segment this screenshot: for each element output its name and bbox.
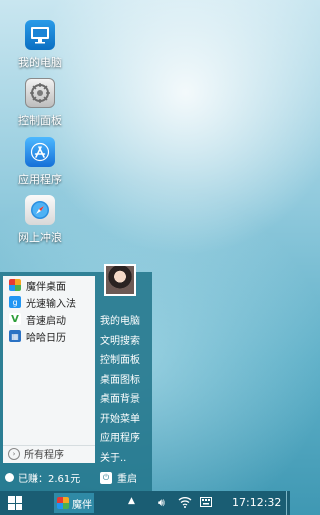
program-item-mobanzhuomian[interactable]: 魔伴桌面 [3, 277, 95, 293]
volume-icon[interactable]: 🔊︎ [158, 496, 165, 510]
restart-button[interactable]: ⏻ 重启 [100, 470, 137, 485]
calendar-icon: ▦ [9, 330, 21, 342]
desktop-icon-label: 应用程序 [18, 173, 62, 186]
clock: 17:12:32 [232, 496, 282, 509]
menu-item-control-panel[interactable]: 控制面板 [100, 351, 140, 371]
v-launcher-icon: V [9, 313, 21, 325]
earnings-display: 已赚：2.61元 [5, 470, 80, 485]
menu-item-search[interactable]: 文明搜索 [100, 332, 140, 352]
desktop-icon-browser[interactable]: 网上冲浪 [6, 195, 74, 245]
mobanzhuomian-icon [9, 279, 21, 291]
coin-icon [5, 473, 14, 482]
program-item-v-launcher[interactable]: V 音速启动 [3, 311, 95, 327]
earnings-text: 已赚：2.61元 [18, 474, 81, 485]
keyboard-icon[interactable] [200, 497, 212, 510]
desktop-icon-my-computer[interactable]: 我的电脑 [6, 20, 74, 70]
program-item-calendar[interactable]: ▦ 哈哈日历 [3, 328, 95, 344]
user-avatar[interactable] [104, 264, 136, 296]
control-panel-icon [25, 78, 55, 108]
mobanzhuomian-icon [57, 497, 69, 509]
tray-expand-icon[interactable]: ▲ [128, 496, 135, 506]
desktop-icon-label: 网上冲浪 [18, 231, 62, 244]
start-menu-right-list: 我的电脑 文明搜索 控制面板 桌面图标 桌面背景 开始菜单 应用程序 关于.. [100, 312, 140, 468]
taskbar: 魔伴 ▲ 🔊︎ 17:12:32 [0, 491, 290, 515]
desktop-icon-control-panel[interactable]: 控制面板 [6, 78, 74, 128]
all-programs-button[interactable]: › 所有程序 [3, 445, 95, 461]
computer-icon [25, 20, 55, 50]
desktop-icon-applications[interactable]: 应用程序 [6, 137, 74, 187]
desktop-icon-label: 我的电脑 [18, 56, 62, 69]
browser-compass-icon [25, 195, 55, 225]
wifi-icon[interactable] [178, 496, 192, 511]
taskbar-app-label: 魔伴 [72, 499, 92, 511]
program-label: 音速启动 [26, 315, 66, 327]
show-desktop-button[interactable] [286, 491, 290, 515]
app-store-icon [25, 137, 55, 167]
program-label: 魔伴桌面 [26, 281, 66, 293]
program-list: 魔伴桌面 g 光速输入法 V 音速启动 ▦ 哈哈日历 › 所有程序 [3, 276, 95, 463]
program-label: 哈哈日历 [26, 332, 66, 344]
restart-label: 重启 [117, 474, 137, 485]
input-method-icon: g [9, 296, 21, 308]
menu-item-about[interactable]: 关于.. [100, 449, 140, 469]
all-programs-label: 所有程序 [24, 450, 64, 461]
arrow-right-icon: › [8, 447, 20, 460]
program-label: 光速输入法 [26, 298, 76, 310]
start-button-windows-icon[interactable] [8, 496, 22, 510]
menu-item-applications[interactable]: 应用程序 [100, 429, 140, 449]
menu-item-start-menu[interactable]: 开始菜单 [100, 410, 140, 430]
power-icon: ⏻ [100, 471, 112, 484]
menu-item-desktop-icons[interactable]: 桌面图标 [100, 371, 140, 391]
program-item-input-method[interactable]: g 光速输入法 [3, 294, 95, 310]
desktop-icon-label: 控制面板 [18, 114, 62, 127]
taskbar-app-moban[interactable]: 魔伴 [54, 493, 94, 513]
menu-item-desktop-background[interactable]: 桌面背景 [100, 390, 140, 410]
menu-item-my-computer[interactable]: 我的电脑 [100, 312, 140, 332]
